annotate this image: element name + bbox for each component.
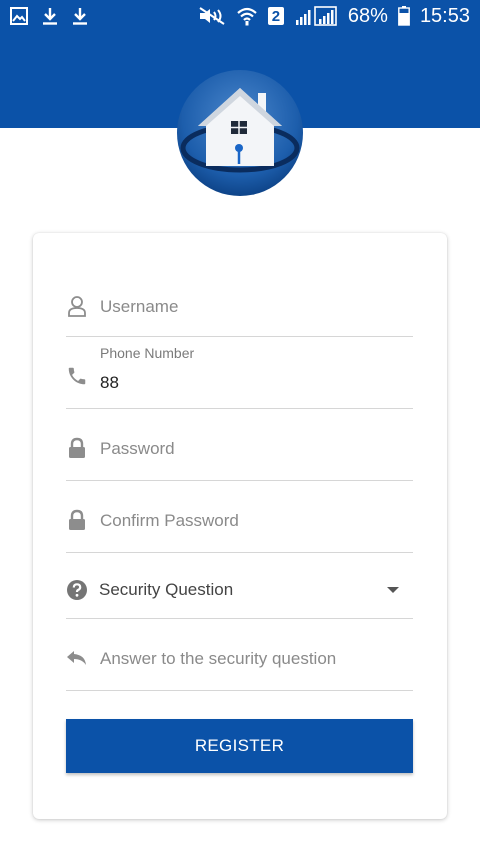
download-icon	[42, 7, 58, 25]
registration-card: Username Phone Number 88 Password Confir…	[33, 233, 447, 819]
lock-icon	[66, 509, 88, 531]
battery-percent: 68%	[347, 4, 388, 27]
user-icon	[66, 295, 88, 317]
lock-icon	[66, 437, 88, 459]
signal-icon	[294, 6, 338, 26]
password-placeholder: Password	[100, 439, 175, 458]
download-icon	[72, 7, 88, 25]
password-field[interactable]: Password	[66, 429, 413, 481]
security-answer-placeholder: Answer to the security question	[100, 649, 337, 668]
username-field[interactable]: Username	[66, 291, 413, 337]
battery-icon	[398, 6, 410, 26]
chevron-down-icon	[387, 587, 399, 593]
reply-icon	[66, 647, 88, 669]
confirm-password-field[interactable]: Confirm Password	[66, 501, 413, 553]
security-question-select[interactable]: Security Question	[66, 567, 413, 619]
wifi-icon	[236, 6, 258, 26]
security-answer-field[interactable]: Answer to the security question	[66, 637, 413, 691]
phone-number-label: Phone Number	[100, 345, 195, 361]
register-button[interactable]: REGISTER	[66, 719, 413, 773]
gallery-notification-icon	[10, 7, 28, 25]
sim-indicator: 2	[267, 7, 284, 25]
help-circle-icon	[66, 579, 88, 601]
app-logo	[174, 68, 306, 198]
confirm-password-placeholder: Confirm Password	[100, 511, 239, 530]
phone-number-value: 88	[100, 373, 119, 392]
username-placeholder: Username	[100, 297, 179, 316]
status-bar: 2 68% 15:53	[0, 0, 480, 32]
phone-icon	[66, 365, 88, 387]
security-question-label: Security Question	[99, 580, 234, 599]
clock: 15:53	[419, 4, 470, 27]
mute-icon	[198, 7, 226, 25]
phone-number-field[interactable]: Phone Number 88	[66, 345, 413, 409]
